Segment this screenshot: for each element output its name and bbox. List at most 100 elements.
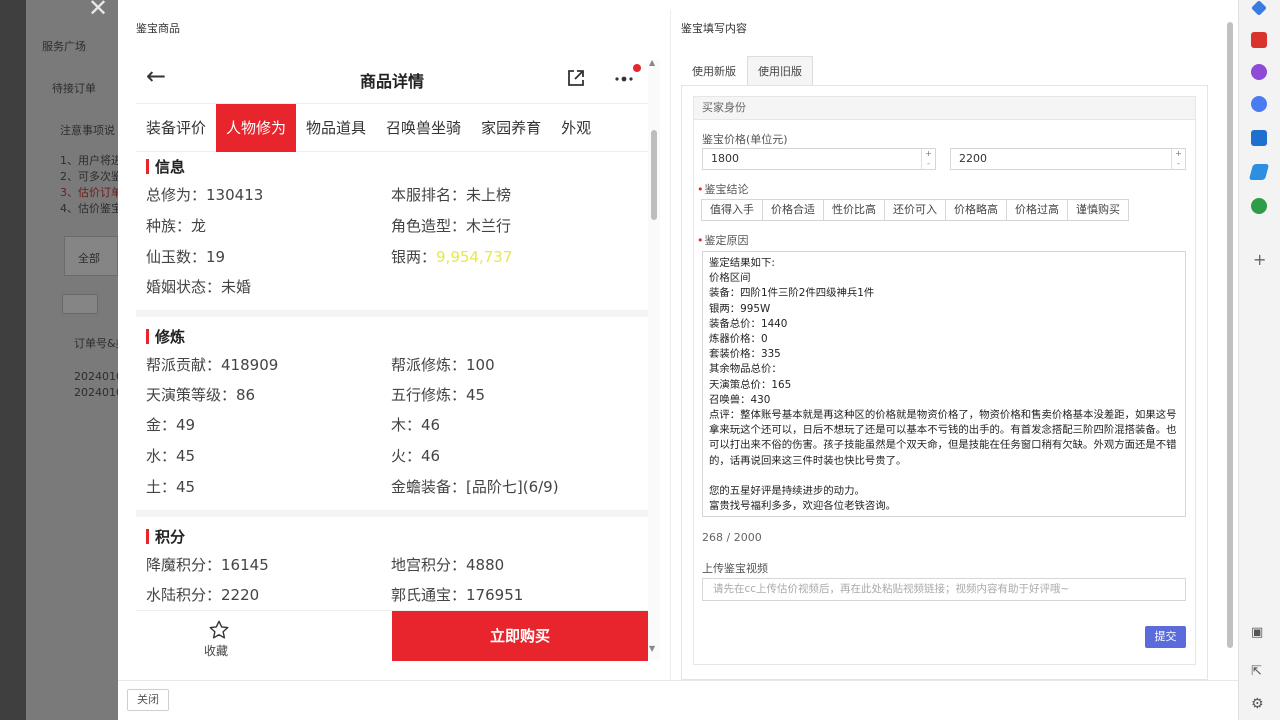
info-item: 仙玉数：19: [146, 248, 226, 266]
cultivation-item: 帮派修炼：100: [391, 356, 495, 374]
tag-icon[interactable]: [1251, 0, 1267, 16]
tab-equipment[interactable]: 装备评价: [136, 104, 216, 152]
overlay-close-icon[interactable]: ✕: [88, 0, 108, 22]
buy-now-button[interactable]: 立即购买: [392, 611, 648, 661]
info-item: 银两：9,954,737: [391, 248, 513, 266]
price-max-input[interactable]: 2200 + -: [950, 148, 1186, 170]
info-item: 种族：龙: [146, 217, 207, 235]
notification-dot: [633, 64, 641, 72]
info-item: 婚姻状态：未婚: [146, 278, 252, 296]
tab-summons[interactable]: 召唤兽坐骑: [376, 104, 471, 152]
submit-button[interactable]: 提交: [1145, 626, 1186, 648]
scroll-up-icon[interactable]: ▲: [649, 58, 655, 67]
conclusion-option[interactable]: 值得入手: [701, 199, 763, 221]
external-link-icon[interactable]: ⇱: [1251, 664, 1262, 679]
product-preview: ← 商品详情 装备评价 人物修为 物品道具 召唤兽坐骑 家园养育 外观 信息 总…: [136, 50, 666, 662]
tab-old-version[interactable]: 使用旧版: [747, 56, 813, 86]
copilot-icon[interactable]: [1251, 96, 1267, 112]
close-button[interactable]: 关闭: [127, 689, 169, 711]
cultivation-item: 天演策等级：86: [146, 386, 256, 404]
info-item: 总修为：130413: [146, 186, 264, 204]
stepper-icon[interactable]: + -: [921, 149, 935, 169]
preview-bottom-bar: 收藏 立即购买: [136, 610, 648, 662]
panel-divider: [670, 10, 671, 680]
cultivation-item: 木：46: [391, 416, 441, 434]
bg-grid-toggle: [62, 294, 98, 314]
cultivation-item: 水：45: [146, 447, 196, 465]
modal-scrollbar-thumb[interactable]: [1227, 22, 1233, 648]
toolbox-icon[interactable]: [1251, 32, 1267, 48]
section-info-title: 信息: [146, 156, 185, 177]
points-item: 地宫积分：4880: [391, 556, 505, 574]
form-version-tabs: 使用新版 使用旧版: [681, 56, 813, 86]
bg-service-label: 服务广场: [42, 40, 86, 53]
silver-value: 9,954,737: [436, 248, 513, 266]
left-panel-title: 鉴宝商品: [136, 22, 180, 35]
section-cultivation-title: 修炼: [146, 326, 185, 347]
conclusion-options: 值得入手 价格合适 性价比高 还价可入 价格略高 价格过高 谨慎购买: [701, 199, 1129, 221]
reason-textarea[interactable]: 鉴定结果如下: 价格区间 装备：四阶1件三阶2件四级神兵1件 银两：995W 装…: [702, 251, 1186, 517]
stepper-icon[interactable]: + -: [1171, 149, 1185, 169]
section-points-title: 积分: [146, 526, 185, 547]
star-icon[interactable]: [208, 619, 230, 641]
video-label: 上传鉴宝视频: [702, 562, 768, 575]
conclusion-label: 鉴宝结论: [697, 181, 749, 197]
background-sidebar: [0, 0, 26, 720]
tab-new-version[interactable]: 使用新版: [681, 56, 747, 86]
conclusion-option[interactable]: 价格过高: [1006, 199, 1068, 221]
conclusion-option[interactable]: 还价可入: [884, 199, 946, 221]
tab-home[interactable]: 家园养育: [471, 104, 551, 152]
conclusion-option[interactable]: 性价比高: [823, 199, 885, 221]
buyer-identity-header: 买家身份: [693, 96, 1196, 120]
bg-order-row: 2024010: [74, 370, 123, 383]
reason-label: 鉴定原因: [697, 232, 749, 248]
cultivation-item: 五行修炼：45: [391, 386, 486, 404]
tree-icon[interactable]: [1251, 198, 1267, 214]
add-icon[interactable]: +: [1253, 250, 1266, 269]
browser-sidebar: + ▣ ⇱ ⚙: [1238, 0, 1280, 720]
conclusion-option[interactable]: 谨慎购买: [1067, 199, 1129, 221]
send-icon[interactable]: [1248, 164, 1270, 180]
bg-notice-line: 3、估价订单: [60, 186, 122, 199]
preview-header: ← 商品详情: [136, 50, 648, 104]
background-panel: [26, 0, 118, 720]
bg-notice-line: 2、可多次鉴: [60, 170, 122, 183]
tab-items[interactable]: 物品道具: [296, 104, 376, 152]
bg-order-row: 2024010: [74, 386, 123, 399]
profile-icon[interactable]: [1251, 64, 1267, 80]
tab-appearance[interactable]: 外观: [551, 104, 601, 152]
bg-pending-label: 待接订单: [52, 82, 96, 95]
cultivation-item: 火：46: [391, 447, 441, 465]
preview-tabs: 装备评价 人物修为 物品道具 召唤兽坐骑 家园养育 外观: [136, 104, 648, 152]
tab-character[interactable]: 人物修为: [216, 104, 297, 152]
info-item: 本服排名：未上榜: [391, 186, 512, 204]
video-link-input[interactable]: 请先在cc上传估价视频后，再在此处粘贴视频链接；视频内容有助于好评哦~: [702, 578, 1186, 601]
settings-icon[interactable]: ⚙: [1251, 696, 1264, 712]
share-icon[interactable]: [566, 68, 586, 88]
points-item: 郭氏通宝：176951: [391, 586, 524, 604]
cultivation-item: 土：45: [146, 478, 196, 496]
section-gap: [136, 510, 648, 517]
preview-content[interactable]: 信息 总修为：130413 本服排名：未上榜 种族：龙 角色造型：木兰行 仙玉数…: [136, 152, 648, 610]
preview-scrollbar-thumb[interactable]: [651, 130, 657, 220]
char-counter: 268 / 2000: [702, 531, 762, 544]
price-label: 鉴宝价格(单位元): [702, 133, 788, 146]
cultivation-item: 帮派贡献：418909: [146, 356, 279, 374]
conclusion-option[interactable]: 价格合适: [762, 199, 824, 221]
price-min-input[interactable]: 1800 + -: [702, 148, 936, 170]
points-item: 水陆积分：2220: [146, 586, 260, 604]
cultivation-item: 金蟾装备：[品阶七](6/9): [391, 478, 559, 496]
bg-notice-line: 1、用户将进: [60, 154, 122, 167]
info-item: 角色造型：木兰行: [391, 217, 512, 235]
screen-icon[interactable]: ▣: [1251, 625, 1263, 640]
outlook-icon[interactable]: [1251, 130, 1267, 146]
cultivation-item: 金：49: [146, 416, 196, 434]
favorite-label[interactable]: 收藏: [204, 642, 228, 659]
bg-all-label: 全部: [78, 252, 100, 265]
watermark-logo: CC网游: [1070, 52, 1165, 82]
more-icon[interactable]: [614, 70, 636, 86]
scroll-down-icon[interactable]: ▼: [649, 644, 655, 653]
modal-footer: 关闭: [118, 680, 1238, 720]
conclusion-option[interactable]: 价格略高: [945, 199, 1007, 221]
bg-notice-line: 4、估价鉴宝: [60, 202, 122, 215]
